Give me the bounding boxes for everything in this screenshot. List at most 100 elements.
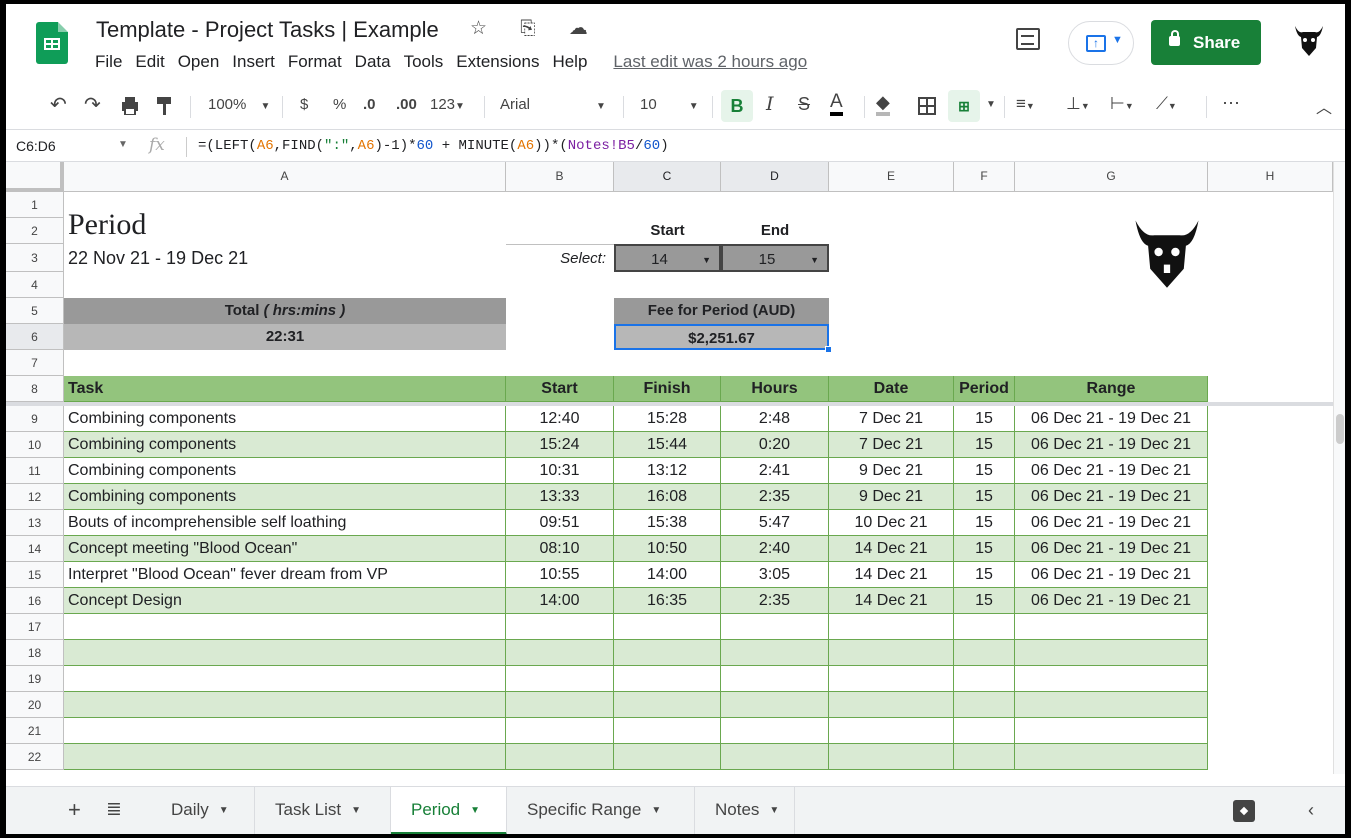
add-sheet-icon[interactable]: +: [68, 797, 81, 823]
table-header-range[interactable]: Range: [1015, 376, 1208, 402]
table-cell-empty[interactable]: [506, 666, 614, 692]
table-cell[interactable]: 5:47: [721, 510, 829, 536]
table-cell-empty[interactable]: [829, 640, 954, 666]
vertical-align-icon[interactable]: ⊥▼: [1066, 94, 1090, 114]
table-cell[interactable]: 06 Dec 21 - 19 Dec 21: [1015, 458, 1208, 484]
table-cell[interactable]: 06 Dec 21 - 19 Dec 21: [1015, 510, 1208, 536]
table-cell-empty[interactable]: [614, 692, 721, 718]
row-header[interactable]: 15: [6, 562, 64, 588]
table-cell[interactable]: 2:48: [721, 406, 829, 432]
row-header[interactable]: 6: [6, 324, 64, 350]
row-header[interactable]: 10: [6, 432, 64, 458]
table-cell[interactable]: 7 Dec 21: [829, 406, 954, 432]
table-cell[interactable]: 14 Dec 21: [829, 536, 954, 562]
print-icon[interactable]: [120, 97, 140, 115]
table-cell[interactable]: 15: [954, 562, 1015, 588]
table-cell-empty[interactable]: [954, 614, 1015, 640]
more-icon[interactable]: ⋯: [1222, 93, 1240, 114]
table-cell[interactable]: Interpret "Blood Ocean" fever dream from…: [64, 562, 506, 588]
row-header[interactable]: 7: [6, 350, 64, 376]
decrease-decimal-button[interactable]: .0: [363, 96, 376, 113]
percent-format-button[interactable]: %: [333, 96, 346, 113]
table-cell[interactable]: 06 Dec 21 - 19 Dec 21: [1015, 484, 1208, 510]
table-cell-empty[interactable]: [829, 692, 954, 718]
menu-tools[interactable]: Tools: [404, 52, 444, 72]
table-cell[interactable]: 2:40: [721, 536, 829, 562]
table-cell[interactable]: Combining components: [64, 432, 506, 458]
table-cell[interactable]: Concept meeting "Blood Ocean": [64, 536, 506, 562]
sheet-tab-specific-range[interactable]: Specific Range ▼: [507, 787, 695, 834]
document-title[interactable]: Template - Project Tasks | Example: [96, 17, 439, 43]
sheet-tab-period[interactable]: Period ▼: [391, 787, 507, 834]
total-value[interactable]: 22:31: [64, 324, 506, 350]
row-header[interactable]: 8: [6, 376, 64, 402]
row-header[interactable]: 14: [6, 536, 64, 562]
row-header[interactable]: 2: [6, 218, 64, 244]
table-cell-empty[interactable]: [721, 744, 829, 770]
table-cell[interactable]: Concept Design: [64, 588, 506, 614]
table-cell-empty[interactable]: [954, 692, 1015, 718]
table-cell-empty[interactable]: [1015, 718, 1208, 744]
chevron-left-icon[interactable]: ‹: [1308, 800, 1314, 821]
table-cell[interactable]: 15: [954, 432, 1015, 458]
row-header[interactable]: 22: [6, 744, 64, 770]
sheet-tab-daily[interactable]: Daily ▼: [151, 787, 255, 834]
menu-extensions[interactable]: Extensions: [456, 52, 539, 72]
table-cell-empty[interactable]: [614, 614, 721, 640]
table-cell[interactable]: 10:31: [506, 458, 614, 484]
italic-button[interactable]: I: [766, 93, 774, 115]
table-cell-empty[interactable]: [614, 666, 721, 692]
table-cell[interactable]: 13:33: [506, 484, 614, 510]
menu-insert[interactable]: Insert: [232, 52, 275, 72]
table-cell-empty[interactable]: [1015, 692, 1208, 718]
table-cell-empty[interactable]: [721, 718, 829, 744]
table-cell-empty[interactable]: [506, 744, 614, 770]
table-cell[interactable]: 2:35: [721, 484, 829, 510]
sheets-logo-icon[interactable]: [36, 22, 68, 64]
chevron-down-icon[interactable]: ▼: [118, 139, 128, 150]
table-cell[interactable]: 08:10: [506, 536, 614, 562]
table-cell-empty[interactable]: [64, 718, 506, 744]
table-cell[interactable]: 16:08: [614, 484, 721, 510]
column-header-b[interactable]: B: [506, 162, 614, 192]
table-cell-empty[interactable]: [954, 744, 1015, 770]
comment-history-icon[interactable]: [1016, 28, 1040, 50]
text-rotation-icon[interactable]: ⟋▼: [1156, 94, 1177, 114]
table-cell-empty[interactable]: [721, 614, 829, 640]
column-header-g[interactable]: G: [1015, 162, 1208, 192]
select-all-corner[interactable]: [6, 162, 64, 192]
table-cell-empty[interactable]: [64, 640, 506, 666]
table-cell[interactable]: 06 Dec 21 - 19 Dec 21: [1015, 432, 1208, 458]
paint-format-icon[interactable]: [156, 97, 174, 117]
zoom-select[interactable]: 100% ▼: [208, 96, 270, 113]
row-header[interactable]: 17: [6, 614, 64, 640]
row-header[interactable]: 1: [6, 192, 64, 218]
row-header[interactable]: 12: [6, 484, 64, 510]
font-select[interactable]: Arial ▼: [500, 96, 606, 113]
column-header-f[interactable]: F: [954, 162, 1015, 192]
row-header[interactable]: 19: [6, 666, 64, 692]
table-cell-empty[interactable]: [721, 692, 829, 718]
table-cell-empty[interactable]: [829, 744, 954, 770]
table-cell-empty[interactable]: [1015, 640, 1208, 666]
table-cell-empty[interactable]: [506, 692, 614, 718]
fill-color-icon[interactable]: ◆: [876, 92, 890, 116]
row-header[interactable]: 3: [6, 244, 64, 272]
table-cell[interactable]: 15: [954, 510, 1015, 536]
table-cell-empty[interactable]: [506, 640, 614, 666]
spreadsheet-grid[interactable]: A B C D E F G H 1 2 3 4 5 6 7 8 9 10 11 12 13 14 15 16 17 18 19 20 2…: [6, 162, 1345, 774]
row-header[interactable]: 16: [6, 588, 64, 614]
selection-handle[interactable]: [825, 346, 832, 353]
text-color-button[interactable]: A: [830, 92, 843, 116]
table-cell[interactable]: 15: [954, 588, 1015, 614]
period-start-dropdown[interactable]: 14 ▼: [614, 244, 721, 272]
table-cell[interactable]: 16:35: [614, 588, 721, 614]
table-cell[interactable]: Bouts of incomprehensible self loathing: [64, 510, 506, 536]
name-box[interactable]: C6:D6: [16, 138, 56, 154]
menu-edit[interactable]: Edit: [135, 52, 164, 72]
table-cell[interactable]: 14:00: [506, 588, 614, 614]
currency-format-button[interactable]: $: [300, 96, 308, 113]
table-cell-empty[interactable]: [1015, 666, 1208, 692]
table-cell[interactable]: 15: [954, 458, 1015, 484]
table-cell[interactable]: 2:41: [721, 458, 829, 484]
